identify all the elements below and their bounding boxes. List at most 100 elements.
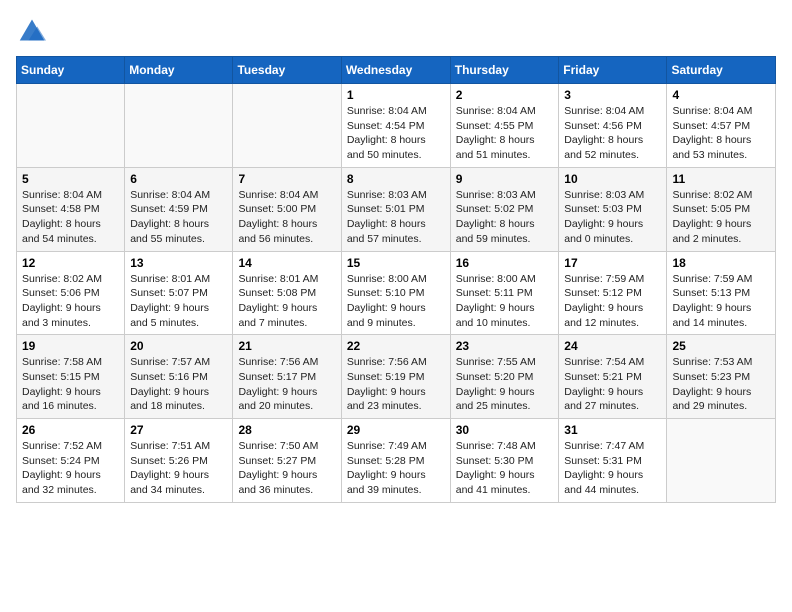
day-info: Sunrise: 7:50 AM Sunset: 5:27 PM Dayligh… <box>238 439 335 498</box>
day-number: 12 <box>22 256 119 270</box>
day-cell: 31 Sunrise: 7:47 AM Sunset: 5:31 PM Dayli… <box>559 419 667 503</box>
day-cell: 25 Sunrise: 7:53 AM Sunset: 5:23 PM Dayli… <box>667 335 776 419</box>
day-cell: 15Sunrise: 8:00 AM Sunset: 5:10 PM Dayli… <box>341 251 450 335</box>
day-info: Sunrise: 7:48 AM Sunset: 5:30 PM Dayligh… <box>456 439 554 498</box>
day-number: 25 <box>672 339 770 353</box>
day-cell: 29 Sunrise: 7:49 AM Sunset: 5:28 PM Dayli… <box>341 419 450 503</box>
day-number: 10 <box>564 172 661 186</box>
day-cell: 22Sunrise: 7:56 AM Sunset: 5:19 PM Dayli… <box>341 335 450 419</box>
day-number: 7 <box>238 172 335 186</box>
day-info: Sunrise: 8:02 AM Sunset: 5:05 PM Dayligh… <box>672 188 770 247</box>
week-row-3: 12 Sunrise: 8:02 AM Sunset: 5:06 PM Dayli… <box>17 251 776 335</box>
day-info: Sunrise: 8:03 AM Sunset: 5:01 PM Dayligh… <box>347 188 445 247</box>
day-number: 2 <box>456 88 554 102</box>
day-number: 5 <box>22 172 119 186</box>
day-number: 29 <box>347 423 445 437</box>
day-number: 18 <box>672 256 770 270</box>
day-number: 17 <box>564 256 661 270</box>
day-number: 15 <box>347 256 445 270</box>
day-number: 13 <box>130 256 227 270</box>
day-number: 8 <box>347 172 445 186</box>
day-number: 3 <box>564 88 661 102</box>
calendar-header: Sunday Monday Tuesday Wednesday Thursday… <box>17 57 776 84</box>
day-info: Sunrise: 7:57 AM Sunset: 5:16 PM Dayligh… <box>130 355 227 414</box>
day-info: Sunrise: 7:51 AM Sunset: 5:26 PM Dayligh… <box>130 439 227 498</box>
day-cell: 1 Sunrise: 8:04 AM Sunset: 4:54 PM Daylig… <box>341 84 450 168</box>
day-cell: 13 Sunrise: 8:01 AM Sunset: 5:07 PM Dayli… <box>125 251 233 335</box>
day-number: 28 <box>238 423 335 437</box>
day-info: Sunrise: 8:03 AM Sunset: 5:02 PM Dayligh… <box>456 188 554 247</box>
day-number: 14 <box>238 256 335 270</box>
day-info: Sunrise: 8:02 AM Sunset: 5:06 PM Dayligh… <box>22 272 119 331</box>
day-info: Sunrise: 8:01 AM Sunset: 5:07 PM Dayligh… <box>130 272 227 331</box>
day-info: Sunrise: 8:04 AM Sunset: 4:58 PM Dayligh… <box>22 188 119 247</box>
day-info: Sunrise: 7:59 AM Sunset: 5:13 PM Dayligh… <box>672 272 770 331</box>
week-row-2: 5 Sunrise: 8:04 AM Sunset: 4:58 PM Daylig… <box>17 167 776 251</box>
header-tuesday: Tuesday <box>233 57 341 84</box>
day-number: 31 <box>564 423 661 437</box>
logo <box>16 16 54 44</box>
day-cell: 3 Sunrise: 8:04 AM Sunset: 4:56 PM Daylig… <box>559 84 667 168</box>
header-wednesday: Wednesday <box>341 57 450 84</box>
day-info: Sunrise: 8:04 AM Sunset: 4:59 PM Dayligh… <box>130 188 227 247</box>
day-info: Sunrise: 7:52 AM Sunset: 5:24 PM Dayligh… <box>22 439 119 498</box>
week-row-5: 26 Sunrise: 7:52 AM Sunset: 5:24 PM Dayli… <box>17 419 776 503</box>
day-info: Sunrise: 8:04 AM Sunset: 4:57 PM Dayligh… <box>672 104 770 163</box>
page-header <box>16 16 776 44</box>
day-cell: 10 Sunrise: 8:03 AM Sunset: 5:03 PM Dayli… <box>559 167 667 251</box>
day-info: Sunrise: 8:00 AM Sunset: 5:11 PM Dayligh… <box>456 272 554 331</box>
day-info: Sunrise: 7:59 AM Sunset: 5:12 PM Dayligh… <box>564 272 661 331</box>
day-cell: 14 Sunrise: 8:01 AM Sunset: 5:08 PM Dayli… <box>233 251 341 335</box>
day-info: Sunrise: 7:56 AM Sunset: 5:17 PM Dayligh… <box>238 355 335 414</box>
day-cell: 17 Sunrise: 7:59 AM Sunset: 5:12 PM Dayli… <box>559 251 667 335</box>
header-row: Sunday Monday Tuesday Wednesday Thursday… <box>17 57 776 84</box>
day-number: 19 <box>22 339 119 353</box>
day-number: 24 <box>564 339 661 353</box>
day-cell: 19 Sunrise: 7:58 AM Sunset: 5:15 PM Dayli… <box>17 335 125 419</box>
day-cell: 27 Sunrise: 7:51 AM Sunset: 5:26 PM Dayli… <box>125 419 233 503</box>
day-cell: 7 Sunrise: 8:04 AM Sunset: 5:00 PM Daylig… <box>233 167 341 251</box>
day-number: 30 <box>456 423 554 437</box>
day-info: Sunrise: 7:58 AM Sunset: 5:15 PM Dayligh… <box>22 355 119 414</box>
day-info: Sunrise: 8:04 AM Sunset: 4:56 PM Dayligh… <box>564 104 661 163</box>
day-info: Sunrise: 8:01 AM Sunset: 5:08 PM Dayligh… <box>238 272 335 331</box>
day-info: Sunrise: 8:04 AM Sunset: 4:54 PM Dayligh… <box>347 104 445 163</box>
day-info: Sunrise: 7:54 AM Sunset: 5:21 PM Dayligh… <box>564 355 661 414</box>
day-cell: 12 Sunrise: 8:02 AM Sunset: 5:06 PM Dayli… <box>17 251 125 335</box>
day-number: 16 <box>456 256 554 270</box>
day-info: Sunrise: 7:49 AM Sunset: 5:28 PM Dayligh… <box>347 439 445 498</box>
day-cell: 30 Sunrise: 7:48 AM Sunset: 5:30 PM Dayli… <box>450 419 559 503</box>
day-cell: 24 Sunrise: 7:54 AM Sunset: 5:21 PM Dayli… <box>559 335 667 419</box>
day-cell: 11 Sunrise: 8:02 AM Sunset: 5:05 PM Dayli… <box>667 167 776 251</box>
day-info: Sunrise: 7:47 AM Sunset: 5:31 PM Dayligh… <box>564 439 661 498</box>
day-number: 1 <box>347 88 445 102</box>
day-cell <box>667 419 776 503</box>
header-friday: Friday <box>559 57 667 84</box>
logo-icon <box>16 16 48 44</box>
day-number: 21 <box>238 339 335 353</box>
day-number: 22 <box>347 339 445 353</box>
day-number: 9 <box>456 172 554 186</box>
day-number: 11 <box>672 172 770 186</box>
day-number: 4 <box>672 88 770 102</box>
day-number: 26 <box>22 423 119 437</box>
calendar-table: Sunday Monday Tuesday Wednesday Thursday… <box>16 56 776 503</box>
day-cell: 18 Sunrise: 7:59 AM Sunset: 5:13 PM Dayli… <box>667 251 776 335</box>
day-cell: 9 Sunrise: 8:03 AM Sunset: 5:02 PM Daylig… <box>450 167 559 251</box>
header-monday: Monday <box>125 57 233 84</box>
day-cell: 4 Sunrise: 8:04 AM Sunset: 4:57 PM Daylig… <box>667 84 776 168</box>
day-cell: 5 Sunrise: 8:04 AM Sunset: 4:58 PM Daylig… <box>17 167 125 251</box>
header-thursday: Thursday <box>450 57 559 84</box>
day-number: 20 <box>130 339 227 353</box>
day-cell <box>125 84 233 168</box>
day-cell: 20 Sunrise: 7:57 AM Sunset: 5:16 PM Dayli… <box>125 335 233 419</box>
day-info: Sunrise: 7:53 AM Sunset: 5:23 PM Dayligh… <box>672 355 770 414</box>
week-row-1: 1 Sunrise: 8:04 AM Sunset: 4:54 PM Daylig… <box>17 84 776 168</box>
day-info: Sunrise: 8:03 AM Sunset: 5:03 PM Dayligh… <box>564 188 661 247</box>
day-info: Sunrise: 8:04 AM Sunset: 5:00 PM Dayligh… <box>238 188 335 247</box>
day-cell: 23Sunrise: 7:55 AM Sunset: 5:20 PM Dayli… <box>450 335 559 419</box>
day-number: 6 <box>130 172 227 186</box>
day-info: Sunrise: 8:04 AM Sunset: 4:55 PM Dayligh… <box>456 104 554 163</box>
calendar-body: 1 Sunrise: 8:04 AM Sunset: 4:54 PM Daylig… <box>17 84 776 503</box>
day-number: 27 <box>130 423 227 437</box>
